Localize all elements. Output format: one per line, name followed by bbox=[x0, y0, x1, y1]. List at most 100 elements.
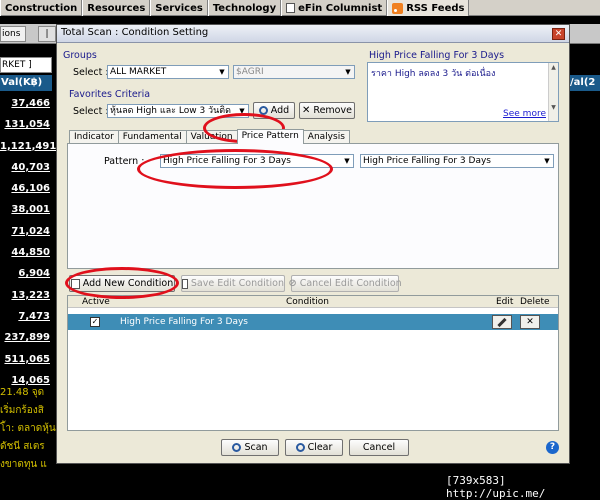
chevron-down-icon: ▼ bbox=[219, 68, 225, 76]
value-cell[interactable]: 13,223 bbox=[0, 286, 52, 307]
scan-label: Scan bbox=[244, 442, 268, 453]
menu-tab-construction[interactable]: Construction bbox=[0, 0, 83, 16]
market-select[interactable]: ALL MARKET ▼ bbox=[107, 65, 229, 79]
menu-tab-label: Construction bbox=[5, 2, 78, 14]
clear-button[interactable]: Clear bbox=[285, 439, 343, 456]
close-icon[interactable]: ✕ bbox=[552, 28, 565, 40]
description-text: ราคา High ลดลง 3 วัน ต่อเนื่อง bbox=[371, 69, 496, 79]
menu-tab-resources[interactable]: Resources bbox=[82, 0, 151, 16]
favorites-label: Favorites Criteria bbox=[69, 89, 151, 100]
news-line[interactable]: เริ่มกร้องสิ bbox=[0, 402, 56, 420]
news-line[interactable]: ดัชนี สเตร bbox=[0, 438, 56, 456]
search-icon bbox=[295, 443, 305, 452]
value-cell[interactable]: 37,466 bbox=[0, 94, 52, 115]
condition-grid: Active Condition Edit Delete ✓ High Pric… bbox=[67, 295, 559, 431]
chevron-down-icon: ▼ bbox=[344, 157, 350, 165]
market-header-label: RKET ] bbox=[2, 60, 32, 70]
value-cell[interactable]: 131,054 bbox=[0, 115, 52, 136]
description-scrollbar[interactable]: ▲ ▼ bbox=[548, 63, 558, 121]
image-host-tag: [739x583] http://upic.me/ bbox=[446, 474, 546, 500]
value-cell[interactable]: 71,024 bbox=[0, 222, 52, 243]
tab-indicator[interactable]: Indicator bbox=[69, 130, 119, 144]
cancel-icon: ⊘ bbox=[288, 278, 297, 289]
news-line[interactable]: 21.48 จุด bbox=[0, 384, 56, 402]
favorites-select-value: หุ้นลด High และ Low 3 วันติด bbox=[110, 106, 231, 116]
favorites-select-label: Select : bbox=[73, 106, 109, 117]
symbol-select-value: $AGRI bbox=[236, 67, 264, 77]
table-row[interactable]: ✓ High Price Falling For 3 Days ✕ bbox=[68, 314, 558, 330]
menu-tab-label: eFin Columnist bbox=[298, 2, 383, 14]
annotation-oval-add-condition bbox=[65, 267, 179, 299]
cancel-button[interactable]: Cancel bbox=[349, 439, 409, 456]
close-icon: ✕ bbox=[526, 317, 534, 327]
top-menu-bar: Construction Resources Services Technolo… bbox=[0, 0, 600, 16]
groups-select-label: Select : bbox=[73, 67, 109, 78]
description-title: High Price Falling For 3 Days bbox=[369, 50, 505, 61]
active-checkbox[interactable]: ✓ bbox=[90, 317, 100, 327]
menu-tab-technology[interactable]: Technology bbox=[207, 0, 282, 16]
chevron-down-icon: ▼ bbox=[345, 68, 351, 76]
add-favorite-label: Add bbox=[270, 105, 290, 116]
close-icon: ✕ bbox=[302, 105, 311, 116]
menu-tab-label: Resources bbox=[87, 2, 146, 14]
value-cell[interactable]: 46,106 bbox=[0, 179, 52, 200]
tab-price-pattern[interactable]: Price Pattern bbox=[236, 129, 304, 144]
background-val-header-right: /al(2 bbox=[568, 75, 600, 91]
value-cell[interactable]: 40,703 bbox=[0, 158, 52, 179]
tab-fundamental[interactable]: Fundamental bbox=[117, 130, 187, 144]
value-cell[interactable]: 511,065 bbox=[0, 350, 52, 371]
edit-condition-button[interactable] bbox=[492, 315, 512, 329]
document-icon bbox=[286, 3, 296, 13]
value-cell[interactable]: 1,121,491 bbox=[0, 137, 56, 158]
menu-tab-efin-columnist[interactable]: eFin Columnist bbox=[281, 0, 388, 16]
cancel-condition-label: Cancel Edit Condition bbox=[299, 278, 402, 289]
dialog-titlebar[interactable]: Total Scan : Condition Setting ✕ bbox=[57, 25, 569, 43]
cancel-label: Cancel bbox=[362, 442, 396, 453]
condition-text: High Price Falling For 3 Days bbox=[120, 317, 248, 327]
news-line[interactable]: งขาดทุน แ bbox=[0, 456, 56, 474]
symbol-select[interactable]: $AGRI ▼ bbox=[233, 65, 355, 79]
value-cell[interactable]: 7,473 bbox=[0, 307, 52, 328]
menu-tab-services[interactable]: Services bbox=[150, 0, 208, 16]
chevron-down-icon: ▼ bbox=[544, 157, 550, 165]
remove-favorite-button[interactable]: ✕ Remove bbox=[299, 102, 355, 119]
description-box: ราคา High ลดลง 3 วัน ต่อเนื่อง See more … bbox=[367, 62, 559, 122]
delete-condition-button[interactable]: ✕ bbox=[520, 315, 540, 329]
background-news-list: 21.48 จุด เริ่มกร้องสิ โ้า: ตลาดหุ้น ดัช… bbox=[0, 384, 56, 474]
pattern-variant-select[interactable]: High Price Falling For 3 Days ▼ bbox=[360, 154, 554, 168]
background-first-page-button[interactable]: |<< bbox=[38, 26, 56, 53]
menu-tab-label: Technology bbox=[212, 2, 277, 14]
value-cell[interactable]: 38,001 bbox=[0, 200, 52, 221]
background-options-tab[interactable]: ions bbox=[0, 26, 26, 42]
search-icon bbox=[232, 443, 242, 452]
remove-favorite-label: Remove bbox=[313, 105, 352, 116]
groups-label: Groups bbox=[63, 50, 97, 61]
background-val-header: Val(K฿) bbox=[0, 75, 52, 91]
rss-icon bbox=[392, 2, 404, 14]
help-icon[interactable]: ? bbox=[546, 441, 559, 454]
menu-tab-label: RSS Feeds bbox=[406, 2, 465, 14]
scan-button[interactable]: Scan bbox=[221, 439, 279, 456]
annotation-oval-pattern bbox=[137, 149, 333, 189]
news-line[interactable]: โ้า: ตลาดหุ้น bbox=[0, 420, 56, 438]
background-value-column: 37,466 131,054 1,121,491 40,703 46,106 3… bbox=[0, 94, 56, 392]
value-cell[interactable]: 44,850 bbox=[0, 243, 52, 264]
col-delete-header: Delete bbox=[520, 297, 550, 307]
col-condition-header: Condition bbox=[286, 297, 329, 307]
menu-tab-label: Services bbox=[155, 2, 203, 14]
tab-analysis[interactable]: Analysis bbox=[302, 130, 350, 144]
save-icon bbox=[182, 278, 188, 289]
clear-label: Clear bbox=[307, 442, 333, 453]
col-edit-header: Edit bbox=[496, 297, 514, 307]
market-select-value: ALL MARKET bbox=[110, 67, 167, 77]
menu-tab-rss-feeds[interactable]: RSS Feeds bbox=[387, 0, 470, 16]
see-more-link[interactable]: See more bbox=[503, 109, 546, 119]
value-cell[interactable]: 237,899 bbox=[0, 328, 52, 349]
value-cell[interactable]: 6,904 bbox=[0, 264, 52, 285]
dialog-title: Total Scan : Condition Setting bbox=[61, 27, 209, 38]
save-edit-condition-button[interactable]: Save Edit Condition bbox=[181, 275, 285, 292]
condition-setting-dialog: Total Scan : Condition Setting ✕ Groups … bbox=[56, 24, 570, 464]
pattern-variant-select-value: High Price Falling For 3 Days bbox=[363, 156, 491, 166]
cancel-edit-condition-button[interactable]: ⊘ Cancel Edit Condition bbox=[288, 275, 402, 292]
pencil-icon bbox=[497, 317, 507, 328]
